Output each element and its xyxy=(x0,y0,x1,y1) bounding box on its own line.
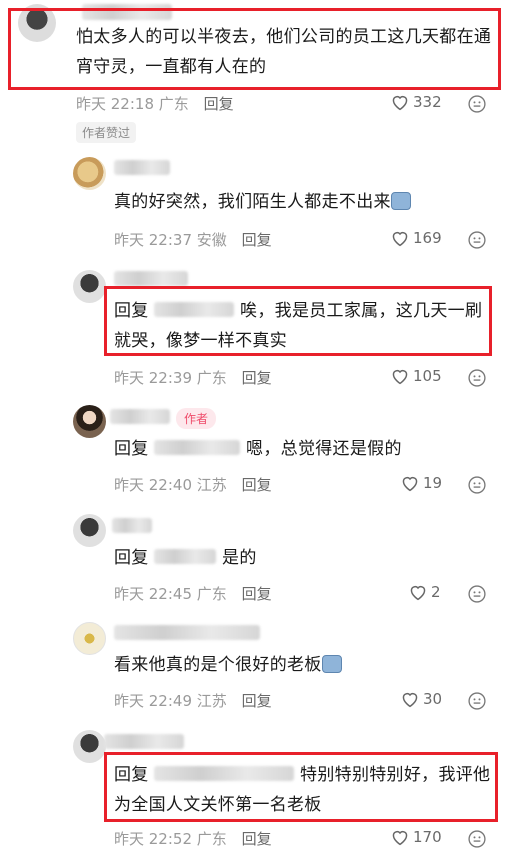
like-button[interactable]: 332 xyxy=(390,93,442,111)
heart-icon xyxy=(410,585,426,601)
comment-location: 广东 xyxy=(196,369,227,387)
heart-icon xyxy=(392,830,408,846)
like-count: 170 xyxy=(413,828,442,846)
avatar[interactable] xyxy=(73,405,106,438)
mentioned-user-blurred[interactable] xyxy=(154,766,295,781)
comment-location: 江苏 xyxy=(196,476,227,494)
comment-time: 昨天 22:52 xyxy=(114,830,192,848)
comment-time: 昨天 22:37 xyxy=(114,231,192,249)
reply-button[interactable]: 回复 xyxy=(242,585,272,603)
heart-icon xyxy=(402,692,418,708)
author-tag: 作者 xyxy=(176,408,217,429)
reply-button[interactable]: 回复 xyxy=(242,692,272,710)
heart-icon xyxy=(392,369,408,385)
reply-prefix: 回复 xyxy=(114,301,149,321)
comment-text: 怕太多人的可以半夜去，他们公司的员工这几天都在通宵守灵，一直都有人在的 xyxy=(76,27,492,77)
username-blurred[interactable] xyxy=(110,409,170,424)
emoji-reaction-icon[interactable] xyxy=(467,230,487,250)
comment-time: 昨天 22:49 xyxy=(114,692,192,710)
reply-prefix: 回复 xyxy=(114,765,149,785)
reply-button[interactable]: 回复 xyxy=(242,369,272,387)
avatar[interactable] xyxy=(73,157,106,190)
comment-meta: 昨天 22:45 广东 回复 xyxy=(114,583,272,604)
like-count: 30 xyxy=(423,690,443,708)
like-count: 2 xyxy=(431,583,441,601)
reply-button[interactable]: 回复 xyxy=(242,231,272,249)
username-blurred[interactable] xyxy=(104,734,184,749)
comment-time: 昨天 22:45 xyxy=(114,585,192,603)
cry-emoji-icon xyxy=(390,192,411,210)
username-blurred[interactable] xyxy=(112,518,152,533)
like-button[interactable]: 19 xyxy=(400,474,442,492)
reply-button[interactable]: 回复 xyxy=(204,95,234,113)
username-blurred[interactable] xyxy=(114,271,188,286)
emoji-reaction-icon[interactable] xyxy=(467,475,487,495)
username-blurred[interactable] xyxy=(114,160,170,175)
emoji-reaction-icon[interactable] xyxy=(467,829,487,849)
comment-meta: 昨天 22:37 安徽 回复 xyxy=(114,229,272,250)
comment-text: 真的好突然，我们陌生人都走不出来 xyxy=(114,187,411,217)
like-button[interactable]: 30 xyxy=(400,690,442,708)
comment-location: 广东 xyxy=(196,585,227,603)
comment-location: 广东 xyxy=(196,830,227,848)
comment-location: 江苏 xyxy=(196,692,227,710)
comment-text: 回复 嗯，总觉得还是假的 xyxy=(114,439,402,459)
comment-location: 安徽 xyxy=(196,231,227,249)
comment-meta: 昨天 22:39 广东 回复 xyxy=(114,367,272,388)
reply-prefix: 回复 xyxy=(114,548,149,568)
avatar[interactable] xyxy=(73,622,106,655)
heart-icon xyxy=(402,476,418,492)
comment-time: 昨天 22:39 xyxy=(114,369,192,387)
like-count: 332 xyxy=(413,93,442,111)
mentioned-user-blurred[interactable] xyxy=(154,302,235,317)
comment-meta: 昨天 22:52 广东 回复 xyxy=(114,828,272,849)
comment-time: 昨天 22:18 xyxy=(76,95,154,113)
comment-meta: 昨天 22:40 江苏 回复 xyxy=(114,474,272,495)
emoji-reaction-icon[interactable] xyxy=(467,368,487,388)
mentioned-user-blurred[interactable] xyxy=(154,549,217,564)
like-count: 169 xyxy=(413,229,442,247)
like-button[interactable]: 2 xyxy=(408,583,441,601)
comment-time: 昨天 22:40 xyxy=(114,476,192,494)
heart-icon xyxy=(392,231,408,247)
emoji-reaction-icon[interactable] xyxy=(467,691,487,711)
comment-text: 看来他真的是个很好的老板 xyxy=(114,650,342,680)
avatar[interactable] xyxy=(73,514,106,547)
like-button[interactable]: 170 xyxy=(390,828,442,846)
comment-text: 回复 是的 xyxy=(114,548,257,568)
username-blurred[interactable] xyxy=(114,625,260,640)
like-count: 19 xyxy=(423,474,443,492)
author-liked-badge: 作者赞过 xyxy=(76,122,137,143)
comment-text: 回复 特别特别特别好，我评他为全国人文关怀第一名老板 xyxy=(114,765,491,815)
comment-text: 回复 唉，我是员工家属，这几天一刷就哭，像梦一样不真实 xyxy=(114,301,483,351)
emoji-reaction-icon[interactable] xyxy=(467,584,487,604)
avatar[interactable] xyxy=(73,270,106,303)
avatar[interactable] xyxy=(73,730,106,763)
comment-location: 广东 xyxy=(158,95,189,113)
reply-button[interactable]: 回复 xyxy=(242,830,272,848)
like-button[interactable]: 169 xyxy=(390,229,442,247)
cry-emoji-icon xyxy=(321,655,342,673)
like-count: 105 xyxy=(413,367,442,385)
reply-button[interactable]: 回复 xyxy=(242,476,272,494)
comment-meta: 昨天 22:18 广东 回复 xyxy=(76,93,234,114)
mentioned-user-blurred[interactable] xyxy=(154,440,241,455)
like-button[interactable]: 105 xyxy=(390,367,442,385)
emoji-reaction-icon[interactable] xyxy=(467,94,487,114)
reply-prefix: 回复 xyxy=(114,439,149,459)
heart-icon xyxy=(392,95,408,111)
comment-meta: 昨天 22:49 江苏 回复 xyxy=(114,690,272,711)
